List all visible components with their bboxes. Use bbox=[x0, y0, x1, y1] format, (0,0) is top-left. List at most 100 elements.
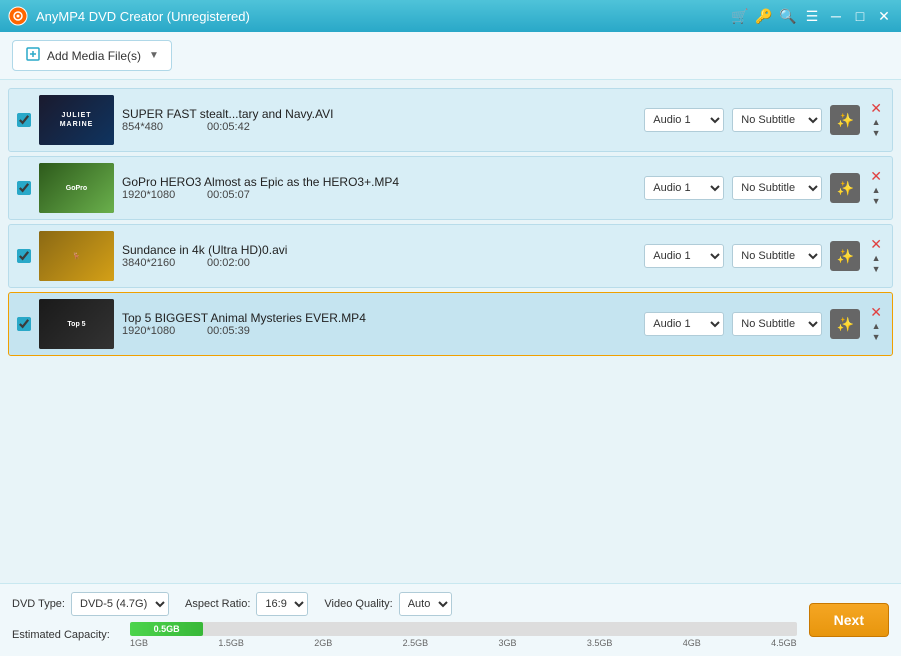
move-buttons: ▲ ▼ bbox=[872, 321, 881, 343]
capacity-ticks: 1GB1.5GB2GB2.5GB3GB3.5GB4GB4.5GB bbox=[130, 638, 797, 648]
file-info: SUPER FAST stealt...tary and Navy.AVI 85… bbox=[122, 107, 636, 133]
search-icon[interactable]: 🔍 bbox=[779, 7, 797, 25]
file-filename: SUPER FAST stealt...tary and Navy.AVI bbox=[122, 107, 636, 121]
file-controls: Audio 1 Audio 2 No Subtitle Subtitle 1 ✨ bbox=[644, 241, 860, 271]
file-thumbnail: 🦌 bbox=[39, 231, 114, 281]
add-media-label: Add Media File(s) bbox=[47, 49, 141, 63]
move-down-button[interactable]: ▼ bbox=[872, 128, 881, 139]
window-controls: 🛒 🔑 🔍 ☰ ─ □ ✕ bbox=[731, 7, 893, 25]
audio-select[interactable]: Audio 1 Audio 2 bbox=[644, 312, 724, 336]
edit-icon: ✨ bbox=[837, 316, 854, 333]
file-controls: Audio 1 Audio 2 No Subtitle Subtitle 1 ✨ bbox=[644, 105, 860, 135]
file-thumbnail: GoPro bbox=[39, 163, 114, 213]
edit-button[interactable]: ✨ bbox=[830, 105, 860, 135]
file-info: Sundance in 4k (Ultra HD)0.avi 3840*2160… bbox=[122, 243, 636, 269]
move-buttons: ▲ ▼ bbox=[872, 185, 881, 207]
file-row: JULIETMARINE SUPER FAST stealt...tary an… bbox=[8, 88, 893, 152]
close-button[interactable]: ✕ bbox=[875, 7, 893, 25]
edit-icon: ✨ bbox=[837, 112, 854, 129]
next-button[interactable]: Next bbox=[809, 603, 889, 637]
move-up-button[interactable]: ▲ bbox=[872, 117, 881, 128]
file-thumbnail: JULIETMARINE bbox=[39, 95, 114, 145]
capacity-tick: 1.5GB bbox=[218, 638, 244, 648]
file-resolution: 1920*1080 bbox=[122, 325, 197, 337]
aspect-ratio-label: Aspect Ratio: bbox=[185, 598, 250, 610]
file-filename: Top 5 BIGGEST Animal Mysteries EVER.MP4 bbox=[122, 311, 636, 325]
aspect-ratio-group: Aspect Ratio: 16:9 bbox=[185, 592, 308, 616]
file-filename: Sundance in 4k (Ultra HD)0.avi bbox=[122, 243, 636, 257]
video-quality-group: Video Quality: Auto bbox=[324, 592, 451, 616]
title-bar: AnyMP4 DVD Creator (Unregistered) 🛒 🔑 🔍 … bbox=[0, 0, 901, 32]
delete-button[interactable]: ✕ bbox=[868, 169, 884, 183]
edit-icon: ✨ bbox=[837, 180, 854, 197]
capacity-bar-track: 0.5GB bbox=[130, 622, 797, 636]
file-checkbox[interactable] bbox=[17, 249, 31, 263]
capacity-tick: 2.5GB bbox=[403, 638, 429, 648]
audio-select[interactable]: Audio 1 Audio 2 bbox=[644, 244, 724, 268]
move-down-button[interactable]: ▼ bbox=[872, 264, 881, 275]
subtitle-select[interactable]: No Subtitle Subtitle 1 bbox=[732, 312, 822, 336]
capacity-tick: 2GB bbox=[314, 638, 332, 648]
maximize-button[interactable]: □ bbox=[851, 7, 869, 25]
file-checkbox[interactable] bbox=[17, 113, 31, 127]
delete-button[interactable]: ✕ bbox=[868, 101, 884, 115]
move-up-button[interactable]: ▲ bbox=[872, 185, 881, 196]
dvd-type-select[interactable]: DVD-5 (4.7G) bbox=[71, 592, 169, 616]
edit-button[interactable]: ✨ bbox=[830, 309, 860, 339]
delete-button[interactable]: ✕ bbox=[868, 237, 884, 251]
app-logo bbox=[8, 6, 28, 26]
move-down-button[interactable]: ▼ bbox=[872, 196, 881, 207]
delete-button[interactable]: ✕ bbox=[868, 305, 884, 319]
file-meta: 854*480 00:05:42 bbox=[122, 121, 636, 133]
edit-button[interactable]: ✨ bbox=[830, 173, 860, 203]
move-down-button[interactable]: ▼ bbox=[872, 332, 881, 343]
move-buttons: ▲ ▼ bbox=[872, 253, 881, 275]
subtitle-select[interactable]: No Subtitle Subtitle 1 bbox=[732, 176, 822, 200]
dvd-type-group: DVD Type: DVD-5 (4.7G) bbox=[12, 592, 169, 616]
file-duration: 00:02:00 bbox=[207, 257, 262, 269]
key-icon[interactable]: 🔑 bbox=[755, 7, 773, 25]
add-file-icon bbox=[25, 46, 41, 65]
cart-icon[interactable]: 🛒 bbox=[731, 7, 749, 25]
capacity-tick: 4GB bbox=[683, 638, 701, 648]
move-up-button[interactable]: ▲ bbox=[872, 253, 881, 264]
file-controls: Audio 1 Audio 2 No Subtitle Subtitle 1 ✨ bbox=[644, 173, 860, 203]
file-duration: 00:05:07 bbox=[207, 189, 262, 201]
file-row: Top 5 Top 5 BIGGEST Animal Mysteries EVE… bbox=[8, 292, 893, 356]
video-quality-select[interactable]: Auto bbox=[399, 592, 452, 616]
add-media-button[interactable]: Add Media File(s) ▼ bbox=[12, 40, 172, 71]
capacity-tick: 3.5GB bbox=[587, 638, 613, 648]
file-duration: 00:05:39 bbox=[207, 325, 262, 337]
subtitle-select[interactable]: No Subtitle Subtitle 1 bbox=[732, 244, 822, 268]
audio-select[interactable]: Audio 1 Audio 2 bbox=[644, 176, 724, 200]
estimated-capacity-label: Estimated Capacity: bbox=[12, 629, 122, 641]
move-up-button[interactable]: ▲ bbox=[872, 321, 881, 332]
audio-select[interactable]: Audio 1 Audio 2 bbox=[644, 108, 724, 132]
capacity-fill-label: 0.5GB bbox=[130, 622, 203, 636]
menu-icon[interactable]: ☰ bbox=[803, 7, 821, 25]
capacity-tick: 3GB bbox=[499, 638, 517, 648]
file-thumbnail: Top 5 bbox=[39, 299, 114, 349]
file-resolution: 3840*2160 bbox=[122, 257, 197, 269]
edit-icon: ✨ bbox=[837, 248, 854, 265]
row-actions: ✕ ▲ ▼ bbox=[868, 237, 884, 275]
file-checkbox[interactable] bbox=[17, 317, 31, 331]
move-buttons: ▲ ▼ bbox=[872, 117, 881, 139]
file-row: GoPro GoPro HERO3 Almost as Epic as the … bbox=[8, 156, 893, 220]
bottom-bar: DVD Type: DVD-5 (4.7G) Aspect Ratio: 16:… bbox=[0, 583, 901, 656]
file-checkbox[interactable] bbox=[17, 181, 31, 195]
minimize-button[interactable]: ─ bbox=[827, 7, 845, 25]
file-filename: GoPro HERO3 Almost as Epic as the HERO3+… bbox=[122, 175, 636, 189]
capacity-tick: 1GB bbox=[130, 638, 148, 648]
file-row: 🦌 Sundance in 4k (Ultra HD)0.avi 3840*21… bbox=[8, 224, 893, 288]
edit-button[interactable]: ✨ bbox=[830, 241, 860, 271]
video-quality-label: Video Quality: bbox=[324, 598, 392, 610]
capacity-bar-container: 0.5GB 1GB1.5GB2GB2.5GB3GB3.5GB4GB4.5GB bbox=[130, 622, 797, 648]
aspect-ratio-select[interactable]: 16:9 bbox=[256, 592, 308, 616]
toolbar: Add Media File(s) ▼ bbox=[0, 32, 901, 80]
file-meta: 1920*1080 00:05:39 bbox=[122, 325, 636, 337]
file-meta: 3840*2160 00:02:00 bbox=[122, 257, 636, 269]
file-info: Top 5 BIGGEST Animal Mysteries EVER.MP4 … bbox=[122, 311, 636, 337]
file-resolution: 854*480 bbox=[122, 121, 197, 133]
subtitle-select[interactable]: No Subtitle Subtitle 1 bbox=[732, 108, 822, 132]
